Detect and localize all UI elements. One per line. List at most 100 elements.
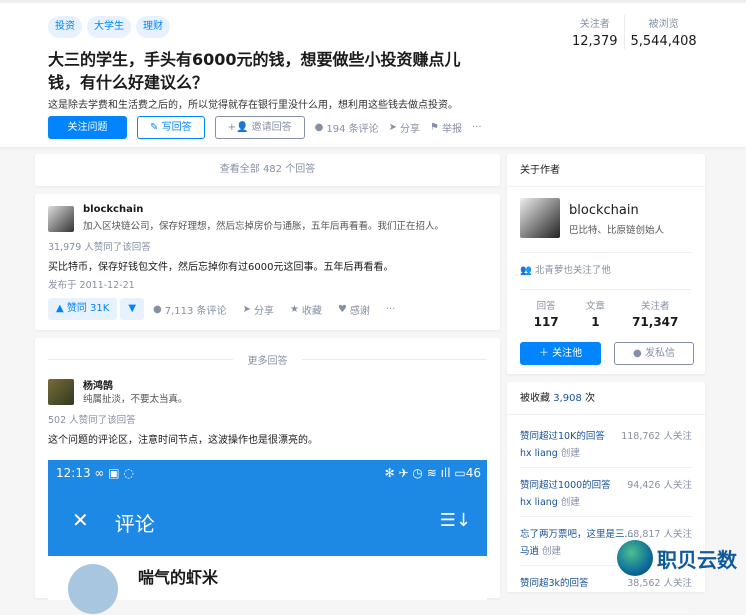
comments-button[interactable]: ● 194 条评论 bbox=[315, 120, 379, 135]
collection-title[interactable]: 忘了两万票吧，这里是三... bbox=[520, 526, 634, 540]
question-header: 投资 大学生 理财 大三的学生，手头有6000元的钱，想要做些小投资赚点儿钱，有… bbox=[0, 0, 746, 147]
collection-title[interactable]: 赞同超3k的回答 bbox=[520, 575, 589, 589]
answer-content: 买比特币，保存好钱包文件，然后忘掉你有过6000元这回事。五年后再看看。 bbox=[48, 262, 394, 273]
system-icons: ✻ ✈ ◷ ≋ ıll ▭46 bbox=[384, 466, 481, 480]
report-label: 举报 bbox=[441, 124, 462, 135]
view-all-answers-link[interactable]: 查看全部 482 个回答 bbox=[35, 154, 500, 186]
follow-author-button[interactable]: ＋ 关注他 bbox=[520, 342, 601, 365]
share-label: 分享 bbox=[253, 305, 274, 317]
collections-suffix: 次 bbox=[585, 393, 596, 404]
about-author-card: 关于作者 blockchain 巴比特、比原链创始人 👥 北青萝也关注了他 回答… bbox=[507, 154, 705, 374]
answer-more-button[interactable]: ··· bbox=[386, 304, 396, 315]
commenter-name: 喘气的虾米 bbox=[138, 568, 219, 587]
write-answer-button[interactable]: ✎ 写回答 bbox=[137, 116, 205, 139]
question-title: 大三的学生，手头有6000元的钱，想要做些小投资赚点儿钱，有什么好建议么？ bbox=[48, 50, 461, 92]
close-icon: ✕ bbox=[72, 508, 89, 532]
message-label: 发私信 bbox=[644, 348, 675, 359]
share-icon: ➤ bbox=[388, 122, 397, 133]
comment-icon: ● bbox=[314, 122, 324, 133]
answers-stat[interactable]: 回答 117 bbox=[534, 298, 559, 329]
share-button[interactable]: ➤ 分享 bbox=[389, 120, 420, 135]
stat-label: 回答 bbox=[536, 301, 556, 312]
write-answer-label: 写回答 bbox=[161, 122, 192, 133]
collection-followers: 38,562 人关注 bbox=[627, 578, 692, 589]
articles-stat[interactable]: 文章 1 bbox=[586, 298, 605, 329]
author-name[interactable]: blockchain bbox=[569, 203, 639, 218]
author-name[interactable]: blockchain bbox=[83, 204, 143, 215]
followers-label: 关注者 bbox=[579, 19, 610, 30]
status-time: 12:13 bbox=[56, 466, 91, 480]
comments-label: 7,113 条评论 bbox=[164, 305, 227, 317]
collection-item[interactable]: 赞同超过1000的回答 94,426 人关注 hx liang 创建 bbox=[520, 469, 692, 517]
downvote-button[interactable]: ▼ bbox=[120, 298, 145, 320]
topic-tag[interactable]: 理财 bbox=[136, 16, 170, 38]
comment-icon: ● bbox=[153, 303, 162, 315]
answer-content: 这个问题的评论区，注意时间节点，这波操作也是很漂亮的。 bbox=[48, 435, 318, 446]
stat-label: 文章 bbox=[585, 301, 605, 312]
publish-date: 发布于 2011-12-21 bbox=[48, 280, 135, 291]
commenter-avatar bbox=[68, 564, 118, 614]
comments-title: 评论 bbox=[114, 512, 155, 536]
collection-creator[interactable]: 马逍 bbox=[520, 546, 539, 557]
author-avatar[interactable] bbox=[48, 206, 74, 232]
follow-label: 关注他 bbox=[552, 348, 583, 359]
stat-value: 1 bbox=[591, 315, 600, 329]
report-button[interactable]: ⚑ 举报 bbox=[430, 120, 462, 135]
stat-value: 117 bbox=[533, 315, 559, 329]
comments-label: 194 条评论 bbox=[326, 124, 379, 135]
embedded-screenshot: 12:13 ∞ ▣ ◌ ✻ ✈ ◷ ≋ ıll ▭46 ✕ 评论 ☰↓ 喘气的虾米 bbox=[48, 460, 487, 614]
collection-followers: 68,817 人关注 bbox=[627, 529, 692, 540]
more-answers-divider: 更多回答 bbox=[48, 352, 487, 367]
author-name[interactable]: 杨鸿鹄 bbox=[83, 377, 113, 392]
invite-answer-button[interactable]: +👤 邀请回答 bbox=[214, 116, 305, 139]
collection-title[interactable]: 赞同超过10K的回答 bbox=[520, 428, 605, 442]
more-button[interactable]: ··· bbox=[472, 122, 482, 133]
collection-item[interactable]: 赞同超过10K的回答 118,762 人关注 hx liang 创建 bbox=[520, 420, 692, 468]
star-icon: ★ bbox=[289, 303, 299, 315]
thanks-button[interactable]: ♥ 感谢 bbox=[338, 302, 370, 317]
share-label: 分享 bbox=[400, 124, 420, 135]
sort-icon: ☰↓ bbox=[439, 510, 471, 531]
collection-creator[interactable]: hx liang bbox=[520, 448, 558, 459]
chat-icon: ● bbox=[633, 348, 642, 359]
collections-prefix: 被收藏 bbox=[520, 393, 550, 404]
question-stats: 关注者 12,379 被浏览 5,544,408 bbox=[566, 15, 703, 49]
collect-button[interactable]: ★ 收藏 bbox=[290, 302, 322, 317]
topic-tag[interactable]: 大学生 bbox=[87, 16, 131, 38]
share-icon: ➤ bbox=[242, 303, 251, 315]
followers-stat[interactable]: 关注者 71,347 bbox=[632, 298, 678, 329]
more-answers-card: 更多回答 杨鸿鹄 纯属扯淡，不要太当真。 502 人赞同了该回答 这个问题的评论… bbox=[35, 338, 500, 614]
views-stat: 被浏览 5,544,408 bbox=[623, 15, 703, 49]
topic-tag[interactable]: 投资 bbox=[48, 16, 82, 38]
answer-share-button[interactable]: ➤ 分享 bbox=[243, 302, 274, 317]
collect-label: 收藏 bbox=[301, 305, 322, 317]
upvote-button[interactable]: ▲ 赞同 31K bbox=[48, 298, 118, 320]
follow-question-button[interactable]: 关注问题 bbox=[48, 116, 127, 139]
collection-creator[interactable]: hx liang bbox=[520, 497, 558, 508]
message-button[interactable]: ● 发私信 bbox=[614, 342, 694, 365]
views-label: 被浏览 bbox=[648, 19, 679, 30]
answer-card: blockchain 加入区块链公司，保存好理想，然后忘掉房价与通胀，五年后再看… bbox=[35, 194, 500, 330]
author-bio: 纯属扯淡，不要太当真。 bbox=[83, 394, 188, 405]
followers-count: 12,379 bbox=[572, 34, 618, 49]
author-avatar[interactable] bbox=[48, 379, 74, 405]
mutual-label: 北青萝也关注了他 bbox=[534, 265, 611, 276]
author-avatar[interactable] bbox=[520, 198, 560, 238]
collections-count: 3,908 bbox=[553, 393, 582, 404]
status-icons: ∞ ▣ ◌ bbox=[94, 466, 134, 480]
answer-comments-button[interactable]: ● 7,113 条评论 bbox=[153, 302, 227, 317]
collection-title[interactable]: 赞同超过1000的回答 bbox=[520, 477, 611, 491]
add-user-icon: +👤 bbox=[227, 122, 249, 133]
about-author-header: 关于作者 bbox=[507, 154, 705, 187]
author-bio: 巴比特、比原链创始人 bbox=[569, 225, 665, 236]
followers-stat[interactable]: 关注者 12,379 bbox=[566, 15, 624, 49]
created-label: 创建 bbox=[560, 497, 580, 508]
views-count: 5,544,408 bbox=[630, 34, 697, 49]
mutual-follow: 👥 北青萝也关注了他 bbox=[520, 262, 611, 276]
invite-label: 邀请回答 bbox=[251, 122, 292, 133]
author-bio: 加入区块链公司，保存好理想，然后忘掉房价与通胀，五年后再看看。我们正在招人。 bbox=[83, 221, 445, 232]
collections-header: 被收藏 3,908 次 bbox=[507, 382, 705, 415]
stat-value: 71,347 bbox=[632, 315, 679, 329]
collection-followers: 94,426 人关注 bbox=[627, 480, 692, 491]
thanks-label: 感谢 bbox=[349, 305, 370, 317]
